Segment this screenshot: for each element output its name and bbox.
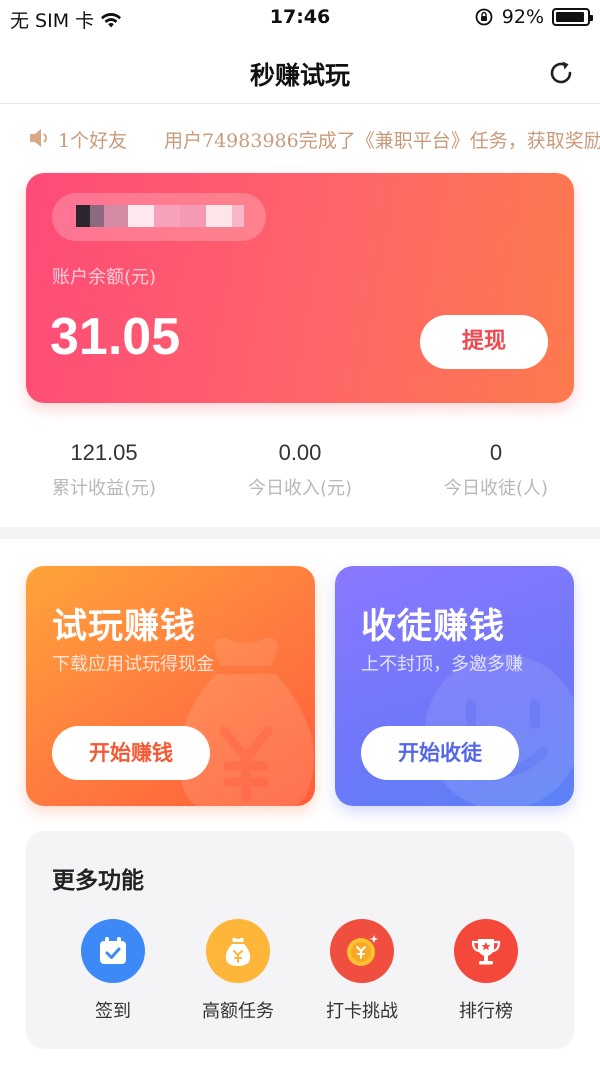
func-leaderboard[interactable]: 排行榜 [424,919,548,1023]
func-check-in[interactable]: 签到 [51,919,175,1023]
status-bar: 无 SIM 卡 17:46 92% [0,0,600,34]
func-high-tasks[interactable]: 高额任务 [176,919,300,1023]
func-checkin-challenge[interactable]: 打卡挑战 [300,919,424,1023]
withdraw-button[interactable]: 提现 [420,315,548,369]
start-earning-button[interactable]: 开始赚钱 [52,726,210,780]
more-functions-panel: 更多功能 签到 高额任务 打卡挑战 排行榜 [26,831,574,1049]
battery-percent: 92% [501,6,544,28]
trophy-icon [471,939,501,965]
func-icon-circle [206,919,270,983]
marquee-friends: 1个好友 [58,130,128,152]
func-label: 排行榜 [459,1001,513,1022]
balance-label: 账户余额(元) [52,267,157,288]
nav-bar: 秒赚试玩 [0,40,600,104]
card-subtitle: 上不封顶，多邀多赚 [361,654,523,675]
card-title: 收徒赚钱 [361,607,506,647]
balance-card: 账户余额(元) 31.05 提现 [26,173,574,403]
stat-total-earnings: 121.05 累计收益(元) [4,440,204,500]
blurred-username [52,193,266,241]
orientation-lock-icon [475,8,493,26]
func-label: 高额任务 [202,1001,274,1022]
stat-today-income: 0.00 今日收入(元) [200,440,400,500]
battery-icon [552,8,593,26]
func-icon-circle [454,919,518,983]
card-title: 试玩赚钱 [52,607,197,647]
notice-marquee: 1个好友 用户74983986完成了《兼职平台》任务，获取奖励0. [0,118,600,158]
status-right: 92% [474,6,593,28]
stat-label: 累计收益(元) [51,478,157,499]
func-label: 打卡挑战 [326,1001,398,1022]
stat-label: 今日收徒(人) [443,478,549,499]
coin-icon [347,935,378,966]
money-bag-icon [225,937,251,966]
stat-label: 今日收入(元) [247,478,353,499]
card-subtitle: 下载应用试玩得现金 [52,654,214,675]
battery-fill [556,12,584,22]
section-title: 更多功能 [52,868,144,894]
earnings-stats: 121.05 累计收益(元) 0.00 今日收入(元) 0 今日收徒(人) [0,440,600,510]
section-divider [0,527,600,539]
invite-earn-card[interactable]: 收徒赚钱 上不封顶，多邀多赚 开始收徒 [335,566,574,806]
func-icon-circle [330,919,394,983]
page-title: 秒赚试玩 [249,61,350,90]
trial-earn-card[interactable]: 试玩赚钱 下载应用试玩得现金 开始赚钱 [26,566,315,806]
balance-amount: 31.05 [50,308,181,366]
stat-value: 121.05 [70,440,138,465]
calendar-check-icon [100,937,126,964]
stat-value: 0 [489,440,503,465]
stat-today-apprentices: 0 今日收徒(人) [396,440,596,500]
func-label: 签到 [95,1001,131,1022]
stat-value: 0.00 [278,440,322,465]
marquee-message: 用户74983986完成了《兼职平台》任务，获取奖励0. [164,130,600,152]
start-invite-button[interactable]: 开始收徒 [361,726,519,780]
refresh-icon[interactable] [546,58,576,88]
speaker-icon [30,129,47,147]
func-icon-circle [81,919,145,983]
